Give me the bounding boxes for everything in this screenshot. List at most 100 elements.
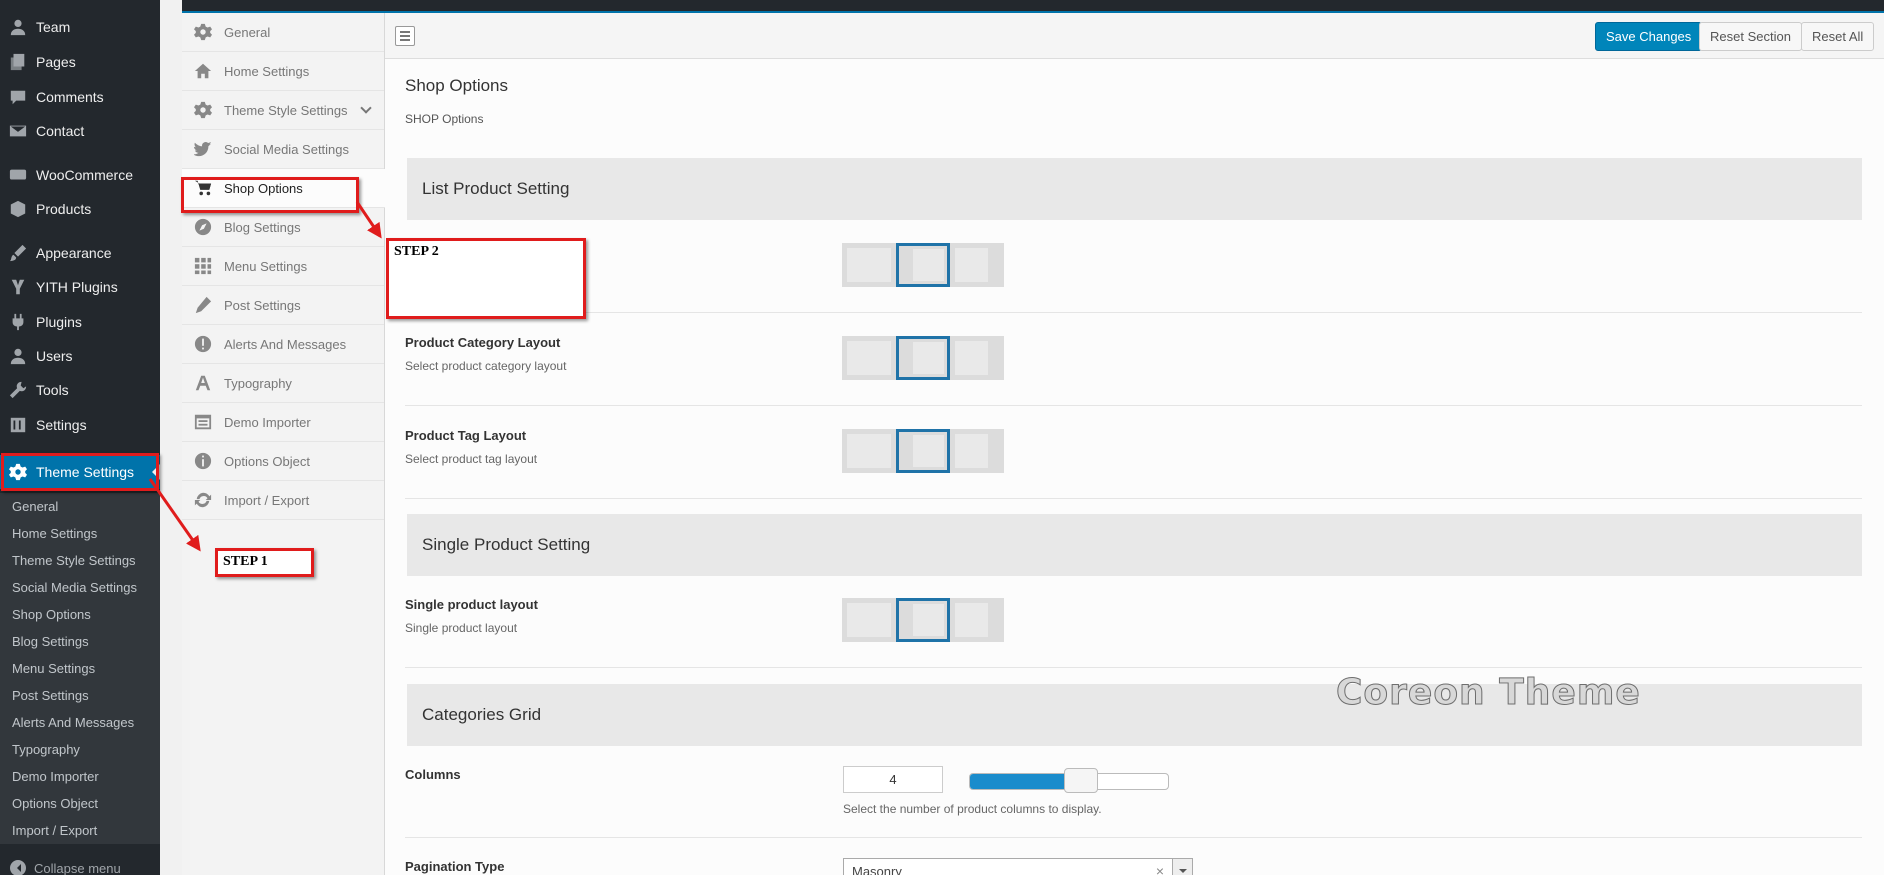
category-layout-desc: Select product category layout <box>405 359 567 373</box>
layout-preview-area <box>955 603 988 637</box>
layout-left-sidebar-option[interactable] <box>896 243 950 287</box>
admin-menu-item-settings[interactable]: Settings <box>0 408 160 442</box>
layout-full-width-option[interactable] <box>842 336 896 380</box>
options-nav-menu-settings[interactable]: Menu Settings <box>182 247 384 286</box>
expand-options-icon[interactable] <box>395 26 415 46</box>
submenu-item-typography[interactable]: Typography <box>0 736 160 763</box>
layout-full-width-option[interactable] <box>842 598 896 642</box>
plug-icon <box>0 313 36 331</box>
submenu-item-blog-settings[interactable]: Blog Settings <box>0 628 160 655</box>
admin-menu-item-products[interactable]: Products <box>0 192 160 226</box>
home-icon <box>182 62 224 80</box>
submenu-item-shop-options[interactable]: Shop Options <box>0 601 160 628</box>
options-nav-label: Options Object <box>224 453 310 469</box>
admin-menu-label: Settings <box>36 417 87 433</box>
options-nav-label: Blog Settings <box>224 219 301 235</box>
layout-left-sidebar-option[interactable] <box>896 598 950 642</box>
submenu-item-alerts-and-messages[interactable]: Alerts And Messages <box>0 709 160 736</box>
submenu-item-social-media-settings[interactable]: Social Media Settings <box>0 574 160 601</box>
options-nav-home-settings[interactable]: Home Settings <box>182 52 384 91</box>
layout-preview-area <box>955 248 988 282</box>
options-nav-label: Social Media Settings <box>224 141 350 157</box>
admin-menu-item-woocommerce[interactable]: WooCommerce <box>0 158 160 192</box>
divider <box>405 837 1862 838</box>
options-content: Shop Options SHOP Options List Product S… <box>385 59 1884 875</box>
pagination-select[interactable]: Masonry × <box>843 858 1193 875</box>
single-layout-title: Single product layout <box>405 597 538 612</box>
theme-settings-submenu: General Home Settings Theme Style Settings… <box>0 493 160 844</box>
options-nav-typography[interactable]: Typography <box>182 364 384 403</box>
brush-icon <box>0 244 36 262</box>
layout-full-width-option[interactable] <box>842 429 896 473</box>
options-nav-post-settings[interactable]: Post Settings <box>182 286 384 325</box>
submenu-item-demo-importer[interactable]: Demo Importer <box>0 763 160 790</box>
pencil-icon <box>182 296 224 314</box>
admin-menu-item-plugins[interactable]: Plugins <box>0 305 160 339</box>
admin-menu-item-team[interactable]: Team <box>0 10 160 44</box>
twitter-icon <box>182 140 224 158</box>
options-nav-social-media-settings[interactable]: Social Media Settings <box>182 130 384 169</box>
collapse-menu-button[interactable]: Collapse menu <box>0 857 160 875</box>
save-changes-button[interactable]: Save Changes <box>1595 22 1703 51</box>
submenu-item-options-object[interactable]: Options Object <box>0 790 160 817</box>
options-nav-theme-style-settings[interactable]: Theme Style Settings <box>182 91 384 130</box>
layout-full-width-option[interactable] <box>842 243 896 287</box>
layout-left-sidebar-option[interactable] <box>896 429 950 473</box>
options-nav-label: Demo Importer <box>224 414 311 430</box>
admin-menu-item-appearance[interactable]: Appearance <box>0 236 160 270</box>
submenu-item-menu-settings[interactable]: Menu Settings <box>0 655 160 682</box>
layout-right-sidebar-option[interactable] <box>950 429 1004 473</box>
options-nav-alerts-and-messages[interactable]: Alerts And Messages <box>182 325 384 364</box>
admin-menu-item-users[interactable]: Users <box>0 339 160 373</box>
options-nav-label: General <box>224 24 271 40</box>
admin-menu-label: Pages <box>36 54 76 70</box>
list-product-heading: List Product Setting <box>407 158 1862 220</box>
section-subtitle: SHOP Options <box>405 112 484 126</box>
admin-menu-item-contact[interactable]: Contact <box>0 114 160 148</box>
submenu-item-theme-style-settings[interactable]: Theme Style Settings <box>0 547 160 574</box>
options-nav-label: Alerts And Messages <box>224 336 347 352</box>
layout-left-sidebar-option[interactable] <box>896 336 950 380</box>
submenu-item-import-export[interactable]: Import / Export <box>0 817 160 844</box>
options-nav-import-export[interactable]: Import / Export <box>182 481 384 520</box>
divider <box>405 498 1862 499</box>
info-icon <box>182 452 224 470</box>
layout-preview-area <box>847 434 891 468</box>
user-icon <box>0 347 36 365</box>
admin-menu: Team Pages Comments Contact WooCommerce Produ… <box>0 0 160 875</box>
layout-right-sidebar-option[interactable] <box>950 336 1004 380</box>
submenu-item-post-settings[interactable]: Post Settings <box>0 682 160 709</box>
options-nav-options-object[interactable]: Options Object <box>182 442 384 481</box>
admin-menu-item-pages[interactable]: Pages <box>0 45 160 79</box>
options-nav-general[interactable]: General <box>182 13 384 52</box>
admin-menu-label: Tools <box>36 382 69 398</box>
reset-section-button[interactable]: Reset Section <box>1699 22 1802 51</box>
admin-menu-item-tools[interactable]: Tools <box>0 373 160 407</box>
layout-right-sidebar-option[interactable] <box>950 598 1004 642</box>
layout-right-sidebar-option[interactable] <box>950 243 1004 287</box>
options-nav-demo-importer[interactable]: Demo Importer <box>182 403 384 442</box>
options-sidebar: General Home Settings Theme Style Settings… <box>182 13 385 875</box>
columns-slider-handle[interactable] <box>1064 768 1098 793</box>
dropdown-arrow-icon[interactable] <box>1172 859 1192 875</box>
divider <box>405 667 1862 668</box>
clear-icon[interactable]: × <box>1156 863 1164 875</box>
options-nav-blog-settings[interactable]: Blog Settings <box>182 208 384 247</box>
mail-icon <box>0 122 36 140</box>
submenu-item-home-settings[interactable]: Home Settings <box>0 520 160 547</box>
admin-menu-label: Products <box>36 201 92 217</box>
categories-grid-heading: Categories Grid <box>407 684 1862 746</box>
gear-icon <box>182 23 224 41</box>
admin-menu-item-yith-plugins[interactable]: YITH Plugins <box>0 270 160 304</box>
reset-all-button[interactable]: Reset All <box>1801 22 1875 51</box>
options-nav-label: Typography <box>224 375 292 391</box>
chevron-down-icon[interactable] <box>360 102 372 114</box>
submenu-item-general[interactable]: General <box>0 493 160 520</box>
tag-layout-title: Product Tag Layout <box>405 428 527 443</box>
columns-input[interactable]: 4 <box>843 766 943 793</box>
admin-menu-item-comments[interactable]: Comments <box>0 80 160 114</box>
list-product-layout-picker <box>842 243 1005 287</box>
woo-icon <box>0 166 36 184</box>
step-2-label: STEP 2 <box>386 238 586 319</box>
grid-icon <box>182 257 224 275</box>
